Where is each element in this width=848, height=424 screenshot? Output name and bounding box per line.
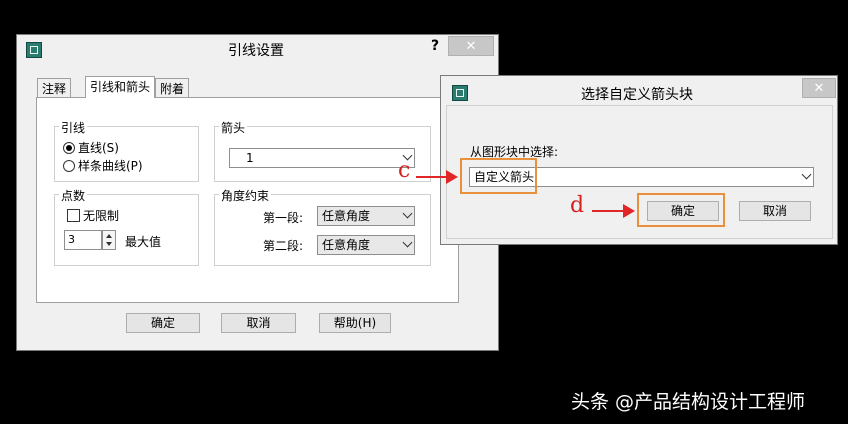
close-button[interactable]: ✕ xyxy=(448,36,494,56)
arrow-c-icon xyxy=(416,170,458,184)
stepper-up-icon[interactable] xyxy=(106,234,112,238)
cancel-button[interactable]: 取消 xyxy=(221,313,296,333)
second-segment-value: 任意角度 xyxy=(322,238,371,252)
chevron-down-icon[interactable] xyxy=(402,208,413,219)
max-label: 最大值 xyxy=(125,235,162,249)
arrow-select[interactable]: 1 xyxy=(229,148,415,168)
tab-panel: 引线 直线(S) 样条曲线(P) 箭头 1 点数 无限制 3 最大值 角度约束 … xyxy=(36,97,459,303)
help-button[interactable]: 帮助(H) xyxy=(319,313,391,333)
block-title-bar[interactable]: 选择自定义箭头块 ✕ xyxy=(441,76,837,103)
radio-spline-dot[interactable] xyxy=(63,159,75,172)
first-segment-select[interactable]: 任意角度 xyxy=(317,206,415,226)
angle-group-label: 角度约束 xyxy=(219,187,272,204)
watermark: 头条 @产品结构设计工程师 xyxy=(571,391,806,413)
highlight-block-select xyxy=(460,158,537,194)
radio-straight[interactable]: 直线(S) xyxy=(63,139,119,156)
tab-leader-arrow[interactable]: 引线和箭头 xyxy=(85,76,156,98)
title-bar[interactable]: 引线设置 ? ✕ xyxy=(17,35,498,61)
arrow-d-icon xyxy=(592,204,635,218)
annotation-c: c xyxy=(398,158,411,183)
chevron-down-icon[interactable] xyxy=(801,169,812,180)
leader-settings-dialog: 引线设置 ? ✕ 注释 引线和箭头 附着 引线 直线(S) 样条曲线(P) 箭头… xyxy=(16,34,499,351)
annotation-d: d xyxy=(570,193,585,218)
unlimited-checkbox-box[interactable] xyxy=(67,209,80,222)
unlimited-checkbox[interactable]: 无限制 xyxy=(67,207,119,224)
radio-spline[interactable]: 样条曲线(P) xyxy=(63,157,143,174)
block-dialog-title: 选择自定义箭头块 xyxy=(581,87,693,103)
tab-attachment[interactable]: 附着 xyxy=(155,78,190,98)
radio-straight-dot[interactable] xyxy=(63,141,75,154)
tab-annotation[interactable]: 注释 xyxy=(37,78,72,98)
points-count-input[interactable]: 3 xyxy=(64,230,102,250)
points-group-label: 点数 xyxy=(59,187,88,204)
angle-group: 角度约束 第一段: 任意角度 第二段: 任意角度 xyxy=(214,187,431,266)
points-stepper[interactable] xyxy=(102,230,116,250)
radio-spline-label: 样条曲线(P) xyxy=(78,159,143,173)
second-segment-label: 第二段: xyxy=(263,239,304,253)
app-icon xyxy=(452,85,468,101)
first-segment-label: 第一段: xyxy=(263,211,304,225)
ok-button[interactable]: 确定 xyxy=(126,313,200,333)
highlight-ok-button xyxy=(637,193,725,227)
help-icon[interactable]: ? xyxy=(431,38,439,54)
dialog-title: 引线设置 xyxy=(228,43,284,59)
leader-group: 引线 直线(S) 样条曲线(P) xyxy=(54,119,199,182)
arrow-group-label: 箭头 xyxy=(219,119,248,136)
unlimited-label: 无限制 xyxy=(83,209,120,223)
stepper-down-icon[interactable] xyxy=(106,242,112,246)
chevron-down-icon[interactable] xyxy=(402,237,413,248)
second-segment-select[interactable]: 任意角度 xyxy=(317,235,415,255)
radio-straight-label: 直线(S) xyxy=(78,141,119,155)
arrow-select-value: 1 xyxy=(246,151,254,165)
app-icon xyxy=(26,42,42,58)
first-segment-value: 任意角度 xyxy=(322,209,371,223)
leader-group-label: 引线 xyxy=(59,119,88,136)
block-cancel-button[interactable]: 取消 xyxy=(739,201,811,221)
close-button[interactable]: ✕ xyxy=(802,78,836,98)
points-group: 点数 无限制 3 最大值 xyxy=(54,187,199,266)
